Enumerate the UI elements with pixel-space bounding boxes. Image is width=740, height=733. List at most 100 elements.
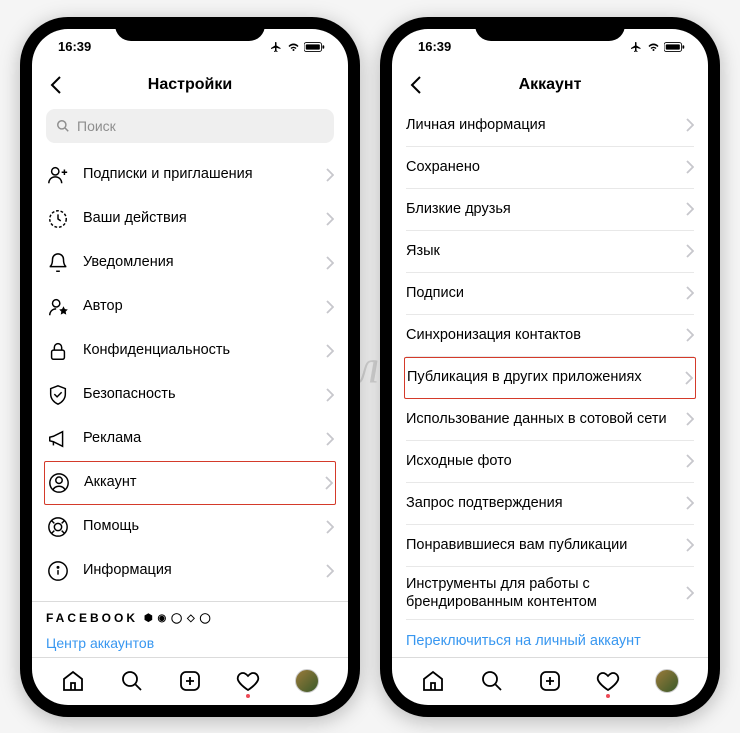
row-ads[interactable]: Реклама [46, 417, 334, 461]
row-notifications[interactable]: Уведомления [46, 241, 334, 285]
tab-home[interactable] [60, 668, 86, 694]
chevron-right-icon [685, 371, 693, 385]
row-saved[interactable]: Сохранено [406, 147, 694, 189]
tab-new[interactable] [537, 668, 563, 694]
screen-left: 16:39 Настройки Поиск Подписки и приглаш… [32, 29, 348, 705]
content-left[interactable]: Поиск Подписки и приглашения Ваши действ… [32, 105, 348, 657]
facebook-text: FACEBOOK [46, 611, 138, 625]
tab-activity[interactable] [235, 668, 261, 694]
chevron-right-icon [686, 412, 694, 426]
page-title: Аккаунт [392, 76, 708, 94]
row-label: Инструменты для работы с брендированным … [406, 575, 673, 611]
chevron-right-icon [686, 244, 694, 258]
wifi-icon [646, 41, 661, 53]
row-original-photos[interactable]: Исходные фото [406, 441, 694, 483]
tab-search[interactable] [479, 668, 505, 694]
row-language[interactable]: Язык [406, 231, 694, 273]
row-personal-info[interactable]: Личная информация [406, 105, 694, 147]
row-share-other-apps[interactable]: Публикация в других приложениях [404, 357, 696, 399]
shield-icon [46, 384, 70, 406]
row-close-friends[interactable]: Близкие друзья [406, 189, 694, 231]
chevron-right-icon [686, 454, 694, 468]
row-label: Конфиденциальность [83, 341, 313, 359]
tab-search[interactable] [119, 668, 145, 694]
row-activity[interactable]: Ваши действия [46, 197, 334, 241]
brand-icons: ⬢ ◉ ◯ ◇ ◯ [144, 613, 212, 624]
back-button[interactable] [44, 73, 68, 97]
chevron-right-icon [325, 476, 333, 490]
link-label: Переключиться на личный аккаунт [406, 632, 694, 650]
row-help[interactable]: Помощь [46, 505, 334, 549]
row-label: Безопасность [83, 385, 313, 403]
page-title: Настройки [32, 76, 348, 94]
wifi-icon [286, 41, 301, 53]
home-icon [61, 669, 85, 693]
row-subscriptions[interactable]: Подписки и приглашения [46, 153, 334, 197]
row-captions[interactable]: Подписи [406, 273, 694, 315]
info-icon [46, 560, 70, 582]
row-info[interactable]: Информация [46, 549, 334, 593]
tabbar [392, 657, 708, 705]
heart-icon [236, 669, 260, 693]
heart-icon [596, 669, 620, 693]
chevron-right-icon [686, 286, 694, 300]
megaphone-icon [46, 428, 70, 450]
accounts-center-link[interactable]: Центр аккаунтов [46, 635, 334, 651]
row-branded-content[interactable]: Инструменты для работы с брендированным … [406, 567, 694, 620]
row-cellular-data[interactable]: Использование данных в сотовой сети [406, 399, 694, 441]
search-icon [480, 669, 504, 693]
chevron-right-icon [326, 300, 334, 314]
row-privacy[interactable]: Конфиденциальность [46, 329, 334, 373]
chevron-right-icon [326, 432, 334, 446]
status-icons [269, 41, 326, 53]
chevron-left-icon [50, 75, 62, 95]
star-person-icon [46, 296, 70, 318]
notch [475, 17, 625, 41]
lock-icon [46, 340, 70, 362]
clock-icon [46, 208, 70, 230]
row-verification[interactable]: Запрос подтверждения [406, 483, 694, 525]
back-button[interactable] [404, 73, 428, 97]
plus-square-icon [538, 669, 562, 693]
header: Настройки [32, 65, 348, 105]
tab-activity[interactable] [595, 668, 621, 694]
row-account[interactable]: Аккаунт [44, 461, 336, 505]
row-label: Сохранено [406, 158, 673, 176]
avatar-icon [655, 669, 679, 693]
row-label: Запрос подтверждения [406, 494, 673, 512]
row-label: Уведомления [83, 253, 313, 271]
search-placeholder: Поиск [77, 118, 116, 134]
switch-personal-link[interactable]: Переключиться на личный аккаунт [406, 620, 694, 657]
row-label: Помощь [83, 517, 313, 535]
status-time: 16:39 [58, 39, 91, 54]
tab-profile[interactable] [294, 668, 320, 694]
row-label: Ваши действия [83, 209, 313, 227]
tab-profile[interactable] [654, 668, 680, 694]
row-security[interactable]: Безопасность [46, 373, 334, 417]
row-label: Исходные фото [406, 452, 673, 470]
chevron-right-icon [686, 328, 694, 342]
account-icon [47, 472, 71, 494]
chevron-right-icon [326, 168, 334, 182]
bell-icon [46, 252, 70, 274]
row-liked-posts[interactable]: Понравившиеся вам публикации [406, 525, 694, 567]
chevron-right-icon [686, 538, 694, 552]
row-creator[interactable]: Автор [46, 285, 334, 329]
phone-right: 16:39 Аккаунт Личная информация Сохранен… [380, 17, 720, 717]
content-right[interactable]: Личная информация Сохранено Близкие друз… [392, 105, 708, 657]
chevron-right-icon [326, 256, 334, 270]
row-label: Понравившиеся вам публикации [406, 536, 673, 554]
divider [32, 601, 348, 602]
row-contacts-sync[interactable]: Синхронизация контактов [406, 315, 694, 357]
chevron-right-icon [326, 344, 334, 358]
facebook-brand: FACEBOOK ⬢ ◉ ◯ ◇ ◯ [46, 611, 334, 625]
chevron-right-icon [686, 118, 694, 132]
tabbar [32, 657, 348, 705]
airplane-icon [269, 41, 283, 53]
home-icon [421, 669, 445, 693]
search-input[interactable]: Поиск [46, 109, 334, 143]
tab-new[interactable] [177, 668, 203, 694]
notch [115, 17, 265, 41]
tab-home[interactable] [420, 668, 446, 694]
header: Аккаунт [392, 65, 708, 105]
